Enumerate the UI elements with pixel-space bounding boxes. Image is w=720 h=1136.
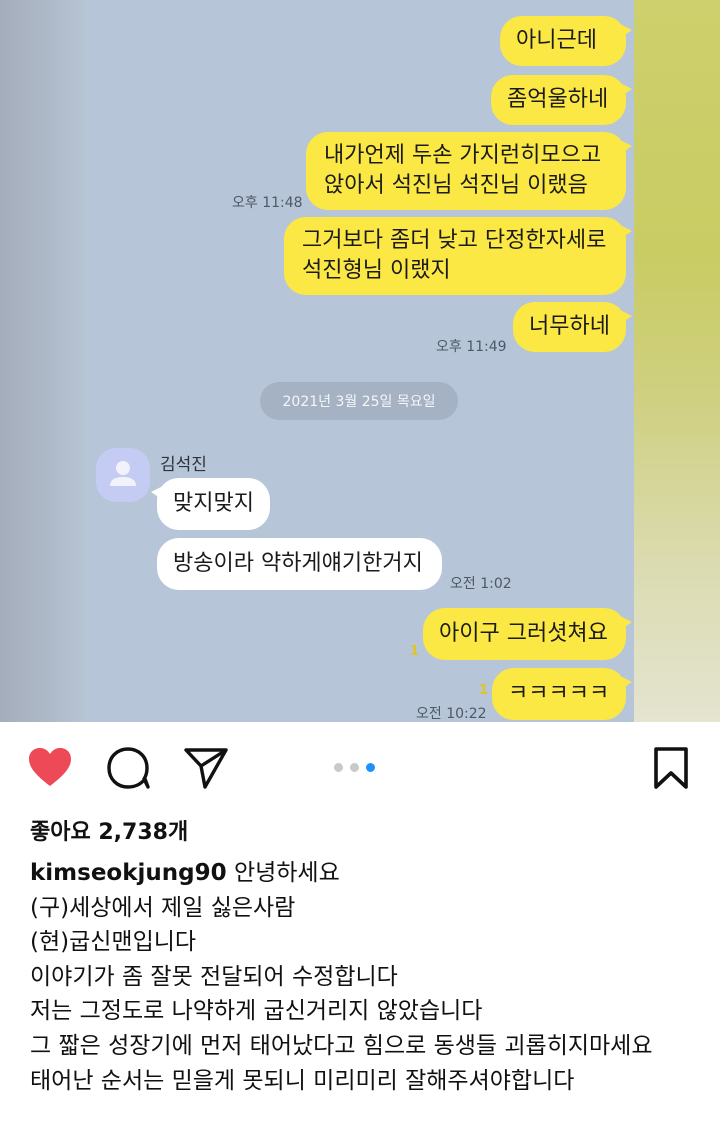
message-text: 좀억울하네 xyxy=(507,87,609,112)
caption-line: (구)세상에서 제일 싫은사람 xyxy=(30,894,296,921)
avatar xyxy=(96,448,150,502)
carousel-dot-active xyxy=(366,763,375,772)
chat-bubble-sent: 아니근데 xyxy=(500,16,632,66)
caption-line: 저는 그정도로 나약하게 굽신거리지 않았습니다 xyxy=(30,998,483,1025)
share-icon[interactable] xyxy=(183,746,229,790)
like-count[interactable]: 좋아요 2,738개 xyxy=(30,814,188,846)
chat-bubble-sent: 그거보다 좀더 낮고 단정한자세로 석진형님 이랬지 xyxy=(284,217,632,295)
message-line: 석진형님 이랬지 xyxy=(302,258,451,283)
message-text: 내가언제 두손 가지런히모으고 앉아서 석진님 석진님 이랬음 xyxy=(324,141,601,201)
caption-line: 이야기가 좀 잘못 전달되어 수정합니다 xyxy=(30,963,398,990)
chat-bubble-sent: ㅋㅋㅋㅋㅋ xyxy=(492,668,632,720)
message-text: 너무하네 xyxy=(529,314,610,339)
caption-line: 태어난 순서는 믿을게 못되니 미리미리 잘해주셔야합니다 xyxy=(30,1067,575,1094)
message-text: 방송이라 약하게얘기한거지 xyxy=(173,551,423,576)
message-text: 아니근데 xyxy=(516,28,597,53)
chat-bubble-received: 맞지맞지 xyxy=(151,478,270,530)
comment-icon[interactable] xyxy=(106,746,152,790)
caption-text: 안녕하세요 xyxy=(233,860,340,886)
message-line: 내가언제 두손 가지런히모으고 xyxy=(324,143,602,168)
message-line: 앉아서 석진님 석진님 이랬음 xyxy=(324,173,588,198)
chat-bubble-received: 방송이라 약하게얘기한거지 xyxy=(157,538,442,590)
carousel-indicator xyxy=(334,763,375,772)
heart-icon[interactable] xyxy=(27,746,73,788)
caption-line: 그 짧은 성장기에 먼저 태어났다고 힘으로 동생들 괴롭히지마세요 xyxy=(30,1032,653,1059)
caption-line: kimseokjung90 안녕하세요 xyxy=(30,856,700,891)
chat-bubble-sent: 아이구 그러셧쳐요 xyxy=(423,608,632,660)
message-text: ㅋㅋㅋㅋㅋ xyxy=(508,681,610,706)
person-icon xyxy=(110,461,136,486)
carousel-dot xyxy=(334,763,343,772)
message-line: 그거보다 좀더 낮고 단정한자세로 xyxy=(302,228,607,253)
caption-line: (현)굽신맨입니다 xyxy=(30,929,197,956)
message-text: 아이구 그러셧쳐요 xyxy=(439,621,608,646)
sender-name: 김석진 xyxy=(160,455,207,475)
bookmark-icon[interactable] xyxy=(652,746,690,790)
username[interactable]: kimseokjung90 xyxy=(30,860,227,886)
message-time: 오후 11:49 xyxy=(436,339,507,355)
carousel-dot xyxy=(350,763,359,772)
date-divider: 2021년 3월 25일 목요일 xyxy=(260,382,458,420)
message-text: 그거보다 좀더 낮고 단정한자세로 석진형님 이랬지 xyxy=(302,226,606,286)
unread-count: 1 xyxy=(479,683,489,698)
message-time: 오전 10:22 xyxy=(416,706,487,722)
message-text: 맞지맞지 xyxy=(173,491,254,516)
chat-bubble-sent: 좀억울하네 xyxy=(491,75,632,125)
message-time: 오후 11:48 xyxy=(232,195,303,211)
unread-count: 1 xyxy=(410,644,420,659)
message-time: 오전 1:02 xyxy=(450,576,512,592)
post-image[interactable]: 아니근데 좀억울하네 내가언제 두손 가지런히모으고 앉아서 석진님 석진님 이… xyxy=(0,0,720,722)
chat-bubble-sent: 너무하네 xyxy=(513,302,632,352)
chat-bubble-sent: 내가언제 두손 가지런히모으고 앉아서 석진님 석진님 이랬음 xyxy=(306,132,632,210)
image-edge-right xyxy=(634,0,720,722)
post-caption: kimseokjung90 안녕하세요 (구)세상에서 제일 싫은사람 (현)굽… xyxy=(30,856,700,1098)
image-edge-left xyxy=(0,0,86,722)
